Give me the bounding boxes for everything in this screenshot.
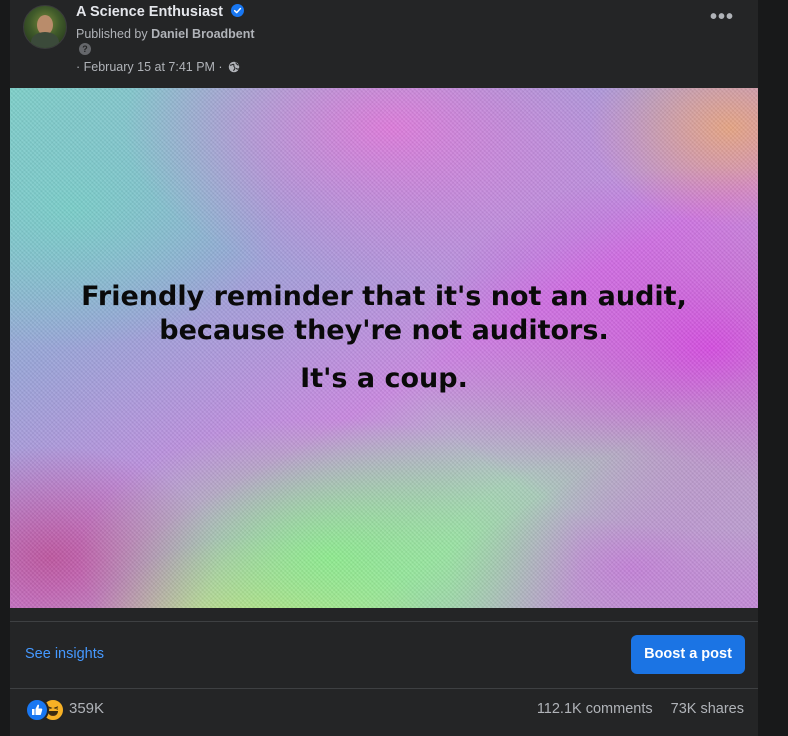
comments-count[interactable]: 112.1K comments xyxy=(537,701,653,717)
see-insights-link[interactable]: See insights xyxy=(25,646,104,662)
shares-count[interactable]: 73K shares xyxy=(671,701,744,717)
image-caption: Friendly reminder that it's not an audit… xyxy=(10,280,758,396)
divider-bottom xyxy=(10,688,758,689)
engagement-stats: 112.1K comments 73K shares xyxy=(537,701,744,717)
image-line-1: Friendly reminder that it's not an audit… xyxy=(81,281,687,312)
post-image[interactable]: Friendly reminder that it's not an audit… xyxy=(10,88,758,608)
page-name[interactable]: A Science Enthusiast xyxy=(76,4,244,20)
author-name[interactable]: Daniel Broadbent xyxy=(151,27,255,41)
published-by: Published by Daniel Broadbent xyxy=(76,27,255,41)
more-options-icon[interactable]: ••• xyxy=(707,7,737,34)
globe-icon[interactable] xyxy=(228,61,240,73)
image-line-3: It's a coup. xyxy=(300,363,468,394)
divider-top xyxy=(10,621,758,622)
image-line-2: because they're not auditors. xyxy=(159,315,609,346)
like-reaction-icon xyxy=(25,698,49,722)
boost-post-button[interactable]: Boost a post xyxy=(631,635,745,674)
page-avatar[interactable] xyxy=(23,5,67,49)
published-prefix: Published by xyxy=(76,27,148,41)
help-icon[interactable]: ? xyxy=(79,43,91,55)
verified-badge-icon xyxy=(230,4,244,17)
post-timestamp[interactable]: · February 15 at 7:41 PM · xyxy=(76,60,223,74)
post-meta: · February 15 at 7:41 PM · xyxy=(76,60,240,74)
page-name-label[interactable]: A Science Enthusiast xyxy=(76,4,223,20)
post-card: A Science Enthusiast Published by Daniel… xyxy=(10,0,758,736)
reaction-count[interactable]: 359K xyxy=(69,700,104,717)
avatar-body xyxy=(31,32,59,48)
